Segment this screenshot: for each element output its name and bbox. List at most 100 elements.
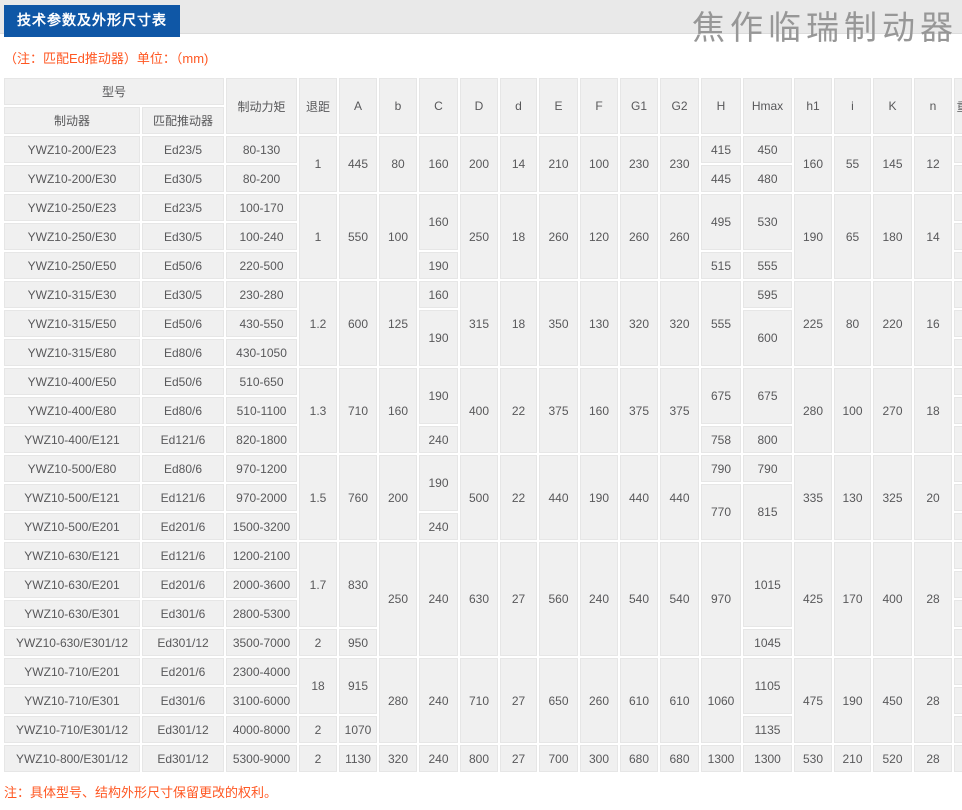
cell: 610	[620, 658, 658, 743]
header-cell: i	[834, 78, 871, 134]
cell: Ed121/6	[142, 542, 224, 569]
cell: 515	[701, 252, 741, 279]
cell: YWZ10-250/E50	[4, 252, 140, 279]
cell: 500	[460, 455, 498, 540]
cell: 210	[834, 745, 871, 772]
cell: 1130	[339, 745, 377, 772]
cell: 260	[620, 194, 658, 279]
header-cell: d	[500, 78, 537, 134]
cell: 700	[954, 745, 962, 772]
cell: 175	[954, 368, 962, 395]
cell: 55	[954, 136, 962, 163]
cell: Ed30/5	[142, 165, 224, 192]
cell: 2300-4000	[226, 658, 297, 685]
cell: Ed201/6	[142, 658, 224, 685]
cell: Ed121/6	[142, 484, 224, 511]
cell: 1070	[339, 716, 377, 743]
cell: 105	[954, 281, 962, 308]
cell: 100	[379, 194, 417, 279]
cell: 110	[954, 339, 962, 366]
cell: 280	[794, 368, 832, 453]
header-cell: 制动力矩	[226, 78, 297, 134]
cell: 400	[873, 542, 912, 656]
cell: 69	[954, 194, 962, 221]
cell: 220-500	[226, 252, 297, 279]
header-cell: h1	[794, 78, 832, 134]
cell: 680	[620, 745, 658, 772]
cell: 213	[954, 513, 962, 540]
cell: 540	[620, 542, 658, 656]
cell: 1.3	[299, 368, 337, 453]
cell: 320	[379, 745, 417, 772]
cell: Ed50/6	[142, 252, 224, 279]
cell: YWZ10-315/E80	[4, 339, 140, 366]
cell: 14	[914, 194, 952, 279]
header-cell: D	[460, 78, 498, 134]
cell: 710	[460, 658, 498, 743]
cell: YWZ10-200/E23	[4, 136, 140, 163]
cell: 555	[743, 252, 792, 279]
cell: Ed301/12	[142, 716, 224, 743]
brand-logo: 焦作临瑞制动器	[692, 1, 958, 49]
cell: 445	[701, 165, 741, 192]
cell: 1	[299, 194, 337, 279]
header-cell: G1	[620, 78, 658, 134]
cell: 475	[794, 658, 832, 743]
cell: 1060	[701, 658, 741, 743]
cell: 190	[419, 455, 458, 511]
cell: Ed30/5	[142, 281, 224, 308]
cell: Ed50/6	[142, 368, 224, 395]
cell: 220	[873, 281, 912, 366]
header-cell: H	[701, 78, 741, 134]
cell: 1015	[743, 542, 792, 627]
cell: 22	[500, 368, 537, 453]
cell: 320	[620, 281, 658, 366]
cell: 80-200	[226, 165, 297, 192]
cell: 300	[580, 745, 618, 772]
cell: Ed80/6	[142, 397, 224, 424]
cell: 400	[460, 368, 498, 453]
cell: 800	[460, 745, 498, 772]
cell: 540	[660, 542, 699, 656]
cell: 1.2	[299, 281, 337, 366]
cell: 80-130	[226, 136, 297, 163]
cell: 130	[834, 455, 871, 540]
cell: YWZ10-710/E301	[4, 687, 140, 714]
cell: 815	[743, 484, 792, 540]
cell: 240	[419, 542, 458, 656]
cell: 125	[379, 281, 417, 366]
cell: 790	[701, 455, 741, 482]
cell: 375	[660, 368, 699, 453]
cell: 240	[580, 542, 618, 656]
cell: 610	[660, 658, 699, 743]
cell: 197	[954, 426, 962, 453]
section-title: 技术参数及外形尺寸表	[4, 5, 180, 37]
cell: 970	[701, 542, 741, 656]
cell: 760	[339, 455, 377, 540]
cell: 530	[743, 194, 792, 250]
cell: 820-1800	[226, 426, 297, 453]
cell: 830	[339, 542, 377, 627]
cell: 530	[794, 745, 832, 772]
cell: 18	[500, 194, 537, 279]
cell: 145	[873, 136, 912, 192]
cell: 950	[339, 629, 377, 656]
cell: 16	[914, 281, 952, 366]
cell: 700	[539, 745, 578, 772]
cell: 65	[834, 194, 871, 279]
cell: 800	[743, 426, 792, 453]
header-cell: F	[580, 78, 618, 134]
cell: 27	[500, 658, 537, 743]
cell: Ed121/6	[142, 426, 224, 453]
table-row: YWZ10-250/E23Ed23/5100-17015501001602501…	[4, 194, 962, 221]
cell: 260	[580, 658, 618, 743]
cell: Ed30/5	[142, 223, 224, 250]
cell: 250	[379, 542, 417, 656]
cell: 1200-2100	[226, 542, 297, 569]
cell: 240	[419, 426, 458, 453]
table-row: YWZ10-630/E121Ed121/61200-21001.78302502…	[4, 542, 962, 569]
cell: 22	[500, 455, 537, 540]
cell: 495	[701, 194, 741, 250]
header-cell: A	[339, 78, 377, 134]
header-cell: E	[539, 78, 578, 134]
